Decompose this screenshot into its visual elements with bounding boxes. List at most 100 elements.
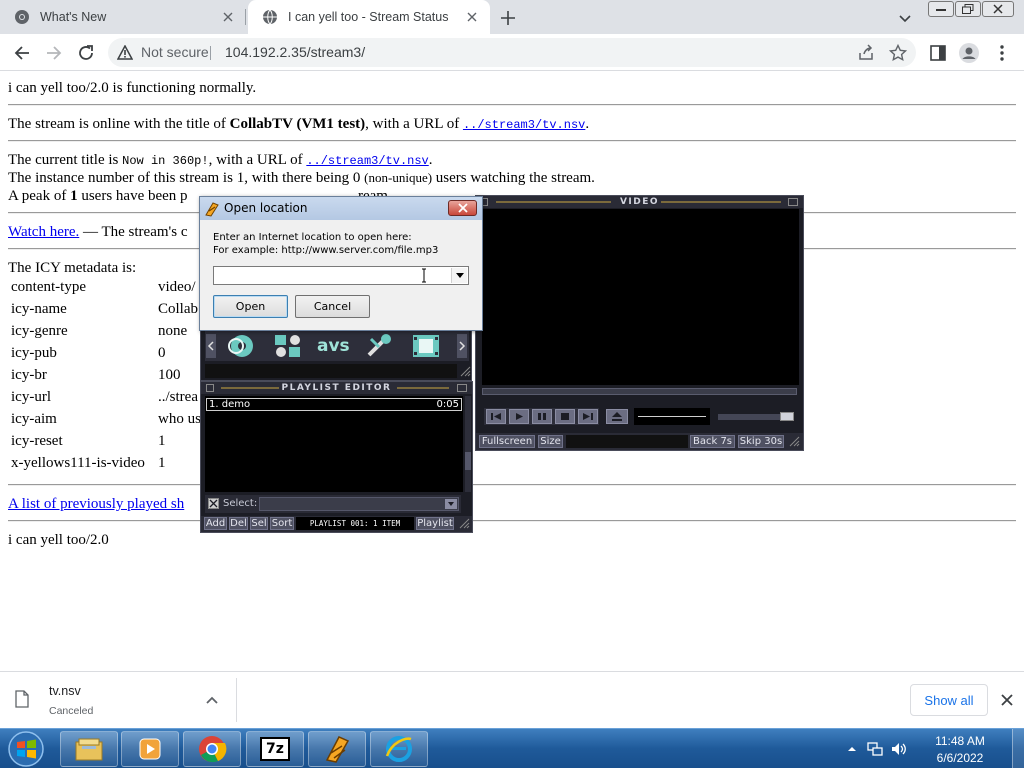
avs-icon[interactable]: avs [317, 335, 353, 357]
taskbar-7zip[interactable]: 7z [246, 731, 304, 767]
chevron-up-icon[interactable] [204, 692, 220, 708]
dialog-example: For example: http://www.server.com/file.… [213, 245, 439, 256]
winamp-playlist-window[interactable]: PLAYLIST EDITOR 1. demo 0:05 Select: Add… [200, 381, 473, 533]
restore-button[interactable] [955, 1, 981, 17]
delete-button[interactable]: Del [229, 517, 248, 530]
select-dropdown[interactable] [259, 497, 459, 511]
minimize-button[interactable] [928, 1, 954, 17]
tab-stream-status[interactable]: I can yell too - Stream Status [248, 0, 490, 34]
playlist-titlebar[interactable]: PLAYLIST EDITOR [201, 382, 472, 394]
stream-url-link[interactable]: ../stream3/tv.nsv [463, 118, 585, 132]
playlist-menu-button[interactable]: Playlist [416, 517, 454, 530]
minimize-icon[interactable] [457, 384, 467, 392]
close-downloads-button[interactable] [998, 691, 1016, 709]
seek-bar[interactable] [482, 388, 797, 395]
playlist-scrollbar[interactable] [465, 396, 471, 492]
location-combobox[interactable] [213, 266, 469, 285]
volume-icon[interactable] [890, 740, 908, 758]
location-input[interactable] [216, 268, 446, 283]
tab-whats-new[interactable]: What's New [0, 0, 246, 34]
video-display[interactable] [482, 209, 799, 385]
previously-played-link[interactable]: A list of previously played sh [8, 496, 184, 512]
back-7s-button[interactable]: Back 7s [690, 435, 735, 448]
resize-grip-icon[interactable] [458, 518, 470, 529]
window-close-button[interactable] [982, 1, 1014, 17]
back-button[interactable] [11, 42, 33, 64]
film-icon[interactable] [411, 333, 441, 359]
profile-button[interactable] [959, 43, 979, 63]
show-all-button[interactable]: Show all [910, 684, 988, 716]
dropdown-button[interactable] [451, 268, 467, 283]
network-icon[interactable] [866, 740, 884, 758]
reload-button[interactable] [75, 42, 97, 64]
playlist-title: PLAYLIST EDITOR [281, 383, 392, 393]
select-button[interactable]: Sel [250, 517, 268, 530]
taskbar-media-player[interactable] [121, 731, 179, 767]
close-icon[interactable] [788, 198, 798, 206]
stop-icon [561, 413, 569, 420]
cd-icon[interactable] [227, 333, 257, 359]
video-titlebar[interactable]: VIDEO [476, 196, 803, 208]
stop-button[interactable] [555, 409, 575, 424]
scroll-left-button[interactable] [206, 334, 216, 358]
7zip-icon: 7z [260, 737, 290, 761]
scroll-right-button[interactable] [457, 334, 467, 358]
previous-button[interactable] [486, 409, 506, 424]
open-location-dialog[interactable]: Open location Enter an Internet location… [199, 196, 483, 331]
taskbar-winamp[interactable] [308, 731, 366, 767]
taskbar-chrome[interactable] [183, 731, 241, 767]
tab-strip: What's New I can yell too - Stream Statu… [0, 0, 1024, 34]
pause-button[interactable] [532, 409, 552, 424]
warning-icon[interactable] [117, 45, 133, 60]
arrow-right-icon [47, 46, 62, 60]
file-icon[interactable] [15, 690, 29, 708]
fullscreen-button[interactable]: Fullscreen [479, 435, 535, 448]
close-icon[interactable] [208, 498, 219, 509]
clock-time[interactable]: 11:48 AM [925, 734, 995, 748]
open-button[interactable]: Open [213, 295, 288, 318]
dialog-titlebar[interactable]: Open location [200, 197, 482, 220]
wrench-icon[interactable] [365, 333, 395, 359]
playlist-list[interactable]: 1. demo 0:05 [205, 396, 463, 492]
download-filename[interactable]: tv.nsv [49, 684, 81, 698]
tab-search-button[interactable] [896, 9, 914, 27]
resize-grip-icon[interactable] [788, 436, 800, 447]
resize-grip-icon[interactable] [459, 366, 471, 377]
side-panel-button[interactable] [928, 43, 948, 63]
show-hidden-icons[interactable] [846, 743, 858, 755]
security-label[interactable]: Not secure [141, 44, 209, 60]
forward-button[interactable] [43, 42, 65, 64]
size-button[interactable]: Size [538, 435, 563, 448]
shapes-icon[interactable] [273, 333, 303, 359]
clock-date[interactable]: 6/6/2022 [925, 751, 995, 765]
list-item[interactable]: 1. demo 0:05 [206, 398, 462, 411]
volume-slider[interactable] [718, 412, 794, 421]
dialog-close-button[interactable] [448, 200, 477, 216]
current-url-link[interactable]: ../stream3/tv.nsv [306, 154, 428, 168]
cancel-button[interactable]: Cancel [295, 295, 370, 318]
add-icon[interactable] [206, 384, 214, 392]
winamp-avs-window[interactable]: avs [200, 325, 472, 381]
winamp-video-window[interactable]: VIDEO Fullscreen Size Back 7s Skip 30s [475, 195, 804, 451]
skip-30s-button[interactable]: Skip 30s [738, 435, 784, 448]
taskbar-file-explorer[interactable] [60, 731, 118, 767]
close-tab-icon[interactable] [464, 9, 480, 25]
start-button[interactable] [4, 730, 48, 768]
share-icon[interactable] [857, 44, 875, 62]
sort-button[interactable]: Sort [270, 517, 294, 530]
taskbar-internet-explorer[interactable] [370, 731, 428, 767]
new-tab-button[interactable] [497, 7, 519, 29]
show-desktop-button[interactable] [1012, 729, 1024, 768]
play-button[interactable] [509, 409, 529, 424]
close-tab-icon[interactable] [220, 9, 236, 25]
eject-button[interactable] [606, 409, 628, 424]
add-button[interactable]: Add [204, 517, 227, 530]
address-bar[interactable]: Not secure 104.192.2.35/stream3/ [108, 38, 916, 67]
text-cursor-icon [421, 268, 427, 283]
watch-here-link[interactable]: Watch here. [8, 224, 79, 240]
menu-button[interactable] [992, 43, 1012, 63]
bookmark-star-icon[interactable] [889, 44, 907, 62]
next-button[interactable] [578, 409, 598, 424]
peak-line: A peak of 1 users have been p [8, 188, 188, 204]
url-text[interactable]: 104.192.2.35/stream3/ [225, 44, 365, 60]
